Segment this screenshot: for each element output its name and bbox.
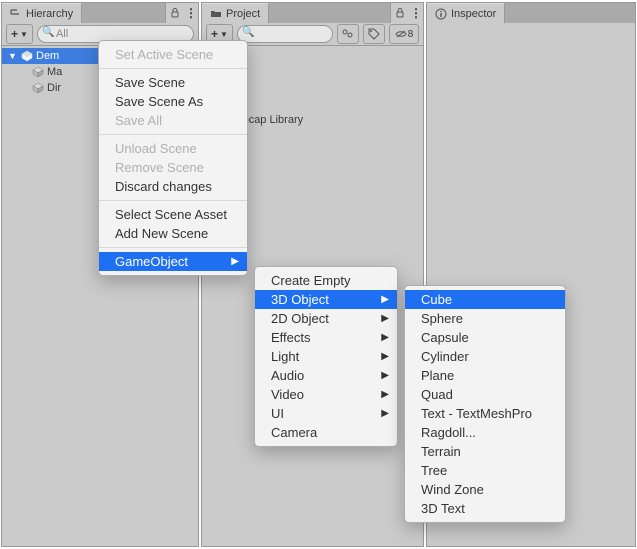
menu-item-capsule[interactable]: Capsule bbox=[405, 328, 565, 347]
search-icon: 🔍 bbox=[42, 27, 54, 38]
hierarchy-tabbar: Hierarchy ⋮ bbox=[2, 3, 198, 23]
menu-separator bbox=[99, 68, 247, 69]
menu-item-create-empty[interactable]: Create Empty bbox=[255, 271, 397, 290]
filter-by-label-button[interactable] bbox=[363, 24, 385, 44]
context-menu-3d-object: Cube Sphere Capsule Cylinder Plane Quad … bbox=[404, 285, 566, 523]
tabbar-spacer bbox=[269, 3, 390, 23]
menu-item-cube[interactable]: Cube bbox=[405, 290, 565, 309]
cube-icon bbox=[32, 82, 44, 94]
menu-item-unload-scene[interactable]: Unload Scene bbox=[99, 139, 247, 158]
expand-arrow-icon: ▼ bbox=[8, 51, 18, 61]
menu-item-sphere[interactable]: Sphere bbox=[405, 309, 565, 328]
hierarchy-tab[interactable]: Hierarchy bbox=[2, 3, 82, 24]
hierarchy-item-label: Ma bbox=[47, 66, 62, 78]
chevron-down-icon: ▼ bbox=[20, 30, 28, 39]
inspector-tab[interactable]: Inspector bbox=[427, 3, 505, 24]
tabbar-spacer bbox=[82, 3, 165, 23]
menu-item-2d-object[interactable]: 2D Object▶ bbox=[255, 309, 397, 328]
workspace: Hierarchy ⋮ +▼ 🔍 All ▼ Dem bbox=[0, 0, 637, 549]
search-icon: 🔍 bbox=[242, 27, 254, 38]
context-menu-scene: Set Active Scene Save Scene Save Scene A… bbox=[98, 40, 248, 276]
inspector-tabbar: Inspector bbox=[427, 3, 635, 23]
submenu-arrow-icon: ▶ bbox=[381, 332, 389, 343]
menu-item-text-tmp[interactable]: Text - TextMeshPro bbox=[405, 404, 565, 423]
add-plus-icon: + bbox=[211, 27, 218, 41]
menu-item-add-new-scene[interactable]: Add New Scene bbox=[99, 224, 247, 243]
menu-item-wind-zone[interactable]: Wind Zone bbox=[405, 480, 565, 499]
menu-item-camera[interactable]: Camera bbox=[255, 423, 397, 442]
menu-separator bbox=[99, 200, 247, 201]
menu-item-discard-changes[interactable]: Discard changes bbox=[99, 177, 247, 196]
menu-item-remove-scene[interactable]: Remove Scene bbox=[99, 158, 247, 177]
chevron-down-icon: ▼ bbox=[220, 30, 228, 39]
lock-icon[interactable] bbox=[165, 3, 184, 23]
menu-item-save-scene[interactable]: Save Scene bbox=[99, 73, 247, 92]
hierarchy-tab-label: Hierarchy bbox=[26, 8, 73, 20]
menu-separator bbox=[99, 134, 247, 135]
submenu-arrow-icon: ▶ bbox=[381, 408, 389, 419]
menu-item-light[interactable]: Light▶ bbox=[255, 347, 397, 366]
inspector-tab-label: Inspector bbox=[451, 8, 496, 20]
tabbar-spacer bbox=[505, 3, 635, 23]
submenu-arrow-icon: ▶ bbox=[381, 389, 389, 400]
filter-by-type-button[interactable] bbox=[337, 24, 359, 44]
menu-separator bbox=[99, 247, 247, 248]
menu-item-gameobject[interactable]: GameObject▶ bbox=[99, 252, 247, 271]
menu-item-plane[interactable]: Plane bbox=[405, 366, 565, 385]
cube-icon bbox=[32, 66, 44, 78]
hierarchy-search-value: All bbox=[56, 28, 68, 40]
menu-item-terrain[interactable]: Terrain bbox=[405, 442, 565, 461]
menu-item-3d-text[interactable]: 3D Text bbox=[405, 499, 565, 518]
menu-item-effects[interactable]: Effects▶ bbox=[255, 328, 397, 347]
hierarchy-item-label: Dir bbox=[47, 82, 61, 94]
submenu-arrow-icon: ▶ bbox=[381, 370, 389, 381]
menu-item-save-all[interactable]: Save All bbox=[99, 111, 247, 130]
project-tab[interactable]: Project bbox=[202, 3, 269, 24]
unity-icon bbox=[21, 50, 33, 62]
menu-item-audio[interactable]: Audio▶ bbox=[255, 366, 397, 385]
menu-item-video[interactable]: Video▶ bbox=[255, 385, 397, 404]
submenu-arrow-icon: ▶ bbox=[381, 294, 389, 305]
context-menu-gameobject: Create Empty 3D Object▶ 2D Object▶ Effec… bbox=[254, 266, 398, 447]
submenu-arrow-icon: ▶ bbox=[231, 256, 239, 267]
menu-item-cylinder[interactable]: Cylinder bbox=[405, 347, 565, 366]
menu-item-quad[interactable]: Quad bbox=[405, 385, 565, 404]
menu-item-3d-object[interactable]: 3D Object▶ bbox=[255, 290, 397, 309]
hierarchy-icon bbox=[10, 8, 22, 20]
project-tabbar: Project ⋮ bbox=[202, 3, 423, 23]
panel-menu-icon[interactable]: ⋮ bbox=[184, 3, 198, 23]
menu-item-ui[interactable]: UI▶ bbox=[255, 404, 397, 423]
menu-item-ragdoll[interactable]: Ragdoll... bbox=[405, 423, 565, 442]
menu-item-set-active-scene[interactable]: Set Active Scene bbox=[99, 45, 247, 64]
menu-item-tree[interactable]: Tree bbox=[405, 461, 565, 480]
scene-name: Dem bbox=[36, 50, 59, 62]
menu-item-select-scene-asset[interactable]: Select Scene Asset bbox=[99, 205, 247, 224]
submenu-arrow-icon: ▶ bbox=[381, 313, 389, 324]
hierarchy-add-button[interactable]: +▼ bbox=[6, 24, 33, 44]
project-tab-label: Project bbox=[226, 8, 260, 20]
submenu-arrow-icon: ▶ bbox=[381, 351, 389, 362]
panel-menu-icon[interactable]: ⋮ bbox=[409, 3, 423, 23]
hidden-packages-button[interactable]: 8 bbox=[389, 24, 419, 44]
project-search-input[interactable]: 🔍 bbox=[237, 25, 333, 43]
add-plus-icon: + bbox=[11, 27, 18, 41]
folder-icon bbox=[210, 8, 222, 20]
hidden-count: 8 bbox=[408, 29, 414, 40]
info-icon bbox=[435, 8, 447, 20]
lock-icon[interactable] bbox=[390, 3, 409, 23]
menu-item-save-scene-as[interactable]: Save Scene As bbox=[99, 92, 247, 111]
